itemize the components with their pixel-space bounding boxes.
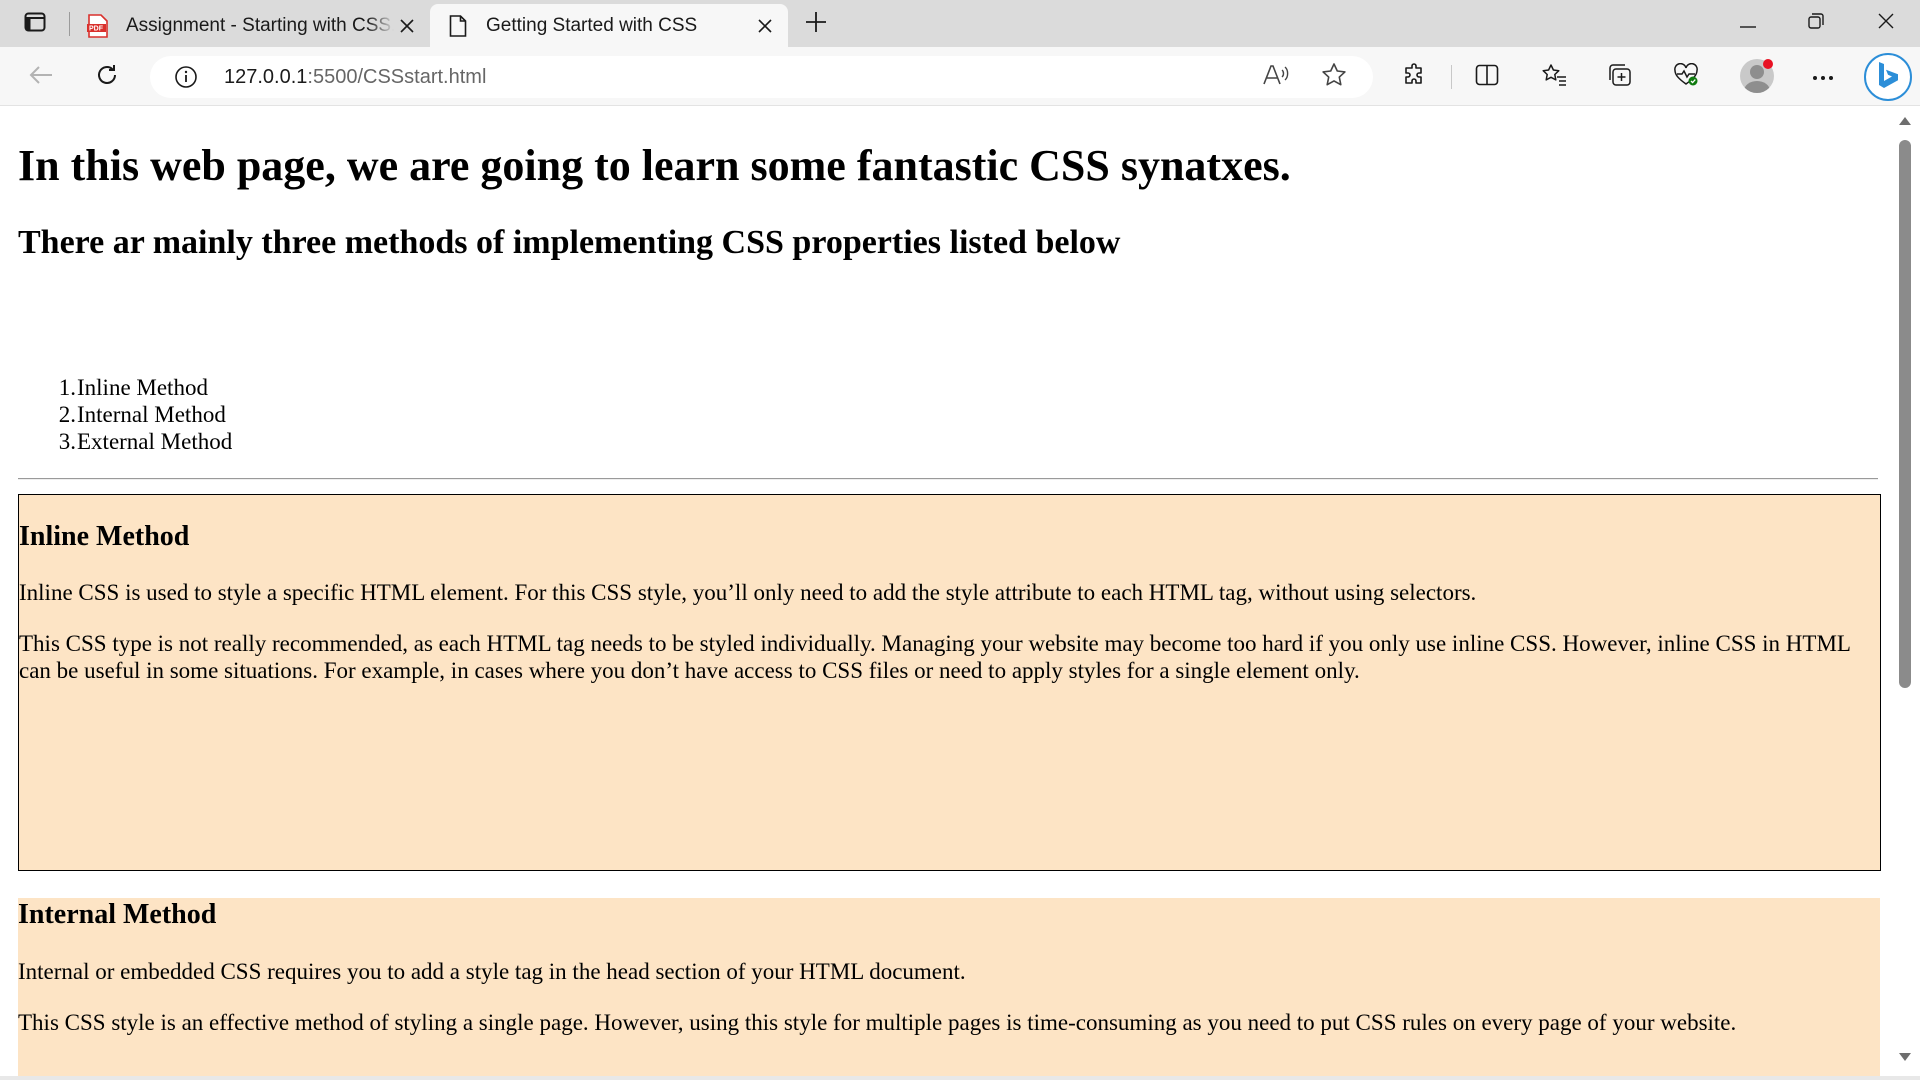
browser-toolbar: 127.0.0.1:5500/CSSstart.html bbox=[0, 47, 1920, 106]
horizontal-rule bbox=[18, 478, 1878, 480]
section-heading: Inline Method bbox=[19, 521, 190, 552]
read-aloud-icon bbox=[1263, 64, 1289, 91]
section-heading: Internal Method bbox=[18, 899, 217, 930]
page-viewport: In this web page, we are going to learn … bbox=[0, 106, 1920, 1080]
collections-button[interactable] bbox=[1601, 58, 1639, 96]
list-label: Internal Method bbox=[77, 402, 226, 427]
site-info-icon[interactable] bbox=[174, 65, 198, 89]
close-window-button[interactable] bbox=[1852, 0, 1920, 47]
page-scrollbar[interactable] bbox=[1892, 110, 1918, 1070]
plus-icon bbox=[805, 11, 827, 38]
list-label: Inline Method bbox=[77, 375, 208, 400]
list-label: External Method bbox=[77, 429, 233, 454]
split-screen-icon bbox=[1475, 64, 1499, 91]
tab-actions-icon bbox=[24, 12, 46, 37]
favorites-list-icon bbox=[1541, 63, 1567, 92]
minimize-icon bbox=[1740, 15, 1756, 33]
favorite-button[interactable] bbox=[1317, 61, 1351, 93]
refresh-button[interactable] bbox=[88, 58, 126, 96]
tab-close-icon[interactable] bbox=[394, 13, 420, 39]
section-paragraph: This CSS type is not really recommended,… bbox=[19, 631, 1851, 683]
inline-method-section: Inline Method Inline CSS is used to styl… bbox=[18, 494, 1881, 871]
close-icon bbox=[1878, 13, 1894, 34]
back-button[interactable] bbox=[22, 58, 60, 96]
heart-pulse-icon bbox=[1673, 62, 1699, 92]
refresh-icon bbox=[95, 63, 119, 92]
toolbar-divider bbox=[1451, 65, 1452, 89]
new-tab-button[interactable] bbox=[800, 8, 832, 40]
pdf-icon: PDF bbox=[86, 13, 110, 38]
list-number: 3. bbox=[58, 429, 76, 454]
bing-chat-button[interactable] bbox=[1864, 53, 1912, 101]
collections-icon bbox=[1607, 63, 1633, 92]
back-arrow-icon bbox=[29, 65, 53, 90]
scroll-up-icon[interactable] bbox=[1897, 114, 1913, 128]
bing-icon bbox=[1876, 60, 1900, 95]
settings-menu-button[interactable] bbox=[1804, 58, 1842, 96]
read-aloud-button[interactable] bbox=[1259, 61, 1293, 93]
page-subtitle: There ar mainly three methods of impleme… bbox=[18, 224, 1121, 261]
url-path: :5500/CSSstart.html bbox=[307, 66, 487, 88]
tab-close-icon[interactable] bbox=[752, 13, 778, 39]
notification-dot bbox=[1763, 59, 1773, 69]
extensions-button[interactable] bbox=[1396, 58, 1434, 96]
url-text[interactable]: 127.0.0.1:5500/CSSstart.html bbox=[224, 66, 486, 89]
avatar-body bbox=[1744, 81, 1770, 93]
star-icon bbox=[1321, 62, 1347, 93]
section-paragraph: This CSS style is an effective method of… bbox=[18, 1010, 1737, 1035]
page-title: In this web page, we are going to learn … bbox=[18, 141, 1291, 190]
avatar-head bbox=[1750, 65, 1764, 79]
minimize-button[interactable] bbox=[1714, 0, 1782, 47]
more-icon bbox=[1812, 68, 1834, 86]
list-item: 3. External Method bbox=[18, 428, 232, 455]
tab-assignment-pdf[interactable]: PDF Assignment - Starting with CSS.pdf bbox=[70, 4, 428, 47]
address-bar[interactable]: 127.0.0.1:5500/CSSstart.html bbox=[150, 56, 1373, 98]
browser-essentials-button[interactable] bbox=[1667, 58, 1705, 96]
list-number: 1. bbox=[58, 375, 76, 400]
list-number: 2. bbox=[58, 402, 76, 427]
window-bottom-edge bbox=[0, 1076, 1920, 1080]
tab-getting-started[interactable]: Getting Started with CSS bbox=[430, 4, 788, 47]
restore-button[interactable] bbox=[1782, 0, 1850, 47]
svg-text:PDF: PDF bbox=[89, 25, 104, 32]
scrollbar-thumb[interactable] bbox=[1899, 140, 1911, 688]
tab-title: Getting Started with CSS bbox=[486, 14, 698, 36]
split-screen-button[interactable] bbox=[1468, 58, 1506, 96]
internal-method-section: Internal Method Internal or embedded CSS… bbox=[18, 898, 1880, 1080]
url-host: 127.0.0.1 bbox=[224, 66, 308, 88]
tab-title: Assignment - Starting with CSS.pdf bbox=[126, 14, 394, 36]
scroll-down-icon[interactable] bbox=[1897, 1050, 1913, 1064]
section-paragraph: Internal or embedded CSS requires you to… bbox=[18, 959, 966, 984]
puzzle-icon bbox=[1403, 62, 1427, 92]
tab-actions-button[interactable] bbox=[12, 6, 58, 42]
favorites-button[interactable] bbox=[1535, 58, 1573, 96]
list-item: 2. Internal Method bbox=[18, 401, 232, 428]
document-icon bbox=[446, 14, 470, 38]
tab-strip: PDF Assignment - Starting with CSS.pdf G… bbox=[0, 0, 1920, 47]
restore-icon bbox=[1808, 13, 1824, 34]
methods-list: 1. Inline Method 2. Internal Method 3. E… bbox=[18, 374, 232, 455]
list-item: 1. Inline Method bbox=[18, 374, 232, 401]
section-paragraph: Inline CSS is used to style a specific H… bbox=[19, 580, 1477, 605]
